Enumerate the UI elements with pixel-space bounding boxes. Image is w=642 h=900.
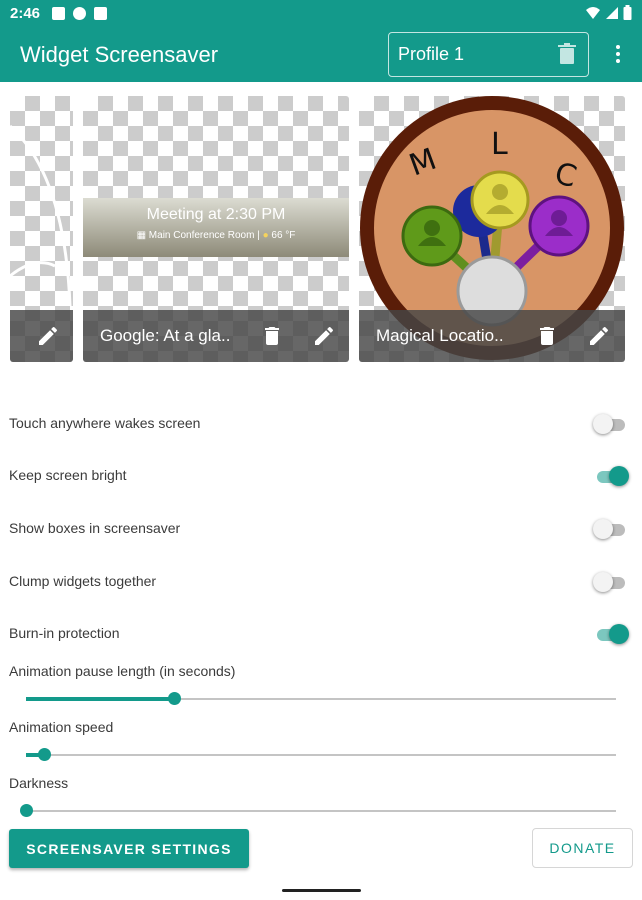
- card-footer: [10, 310, 73, 362]
- widget-card-mlc[interactable]: M L C Magical Locatio..: [359, 96, 625, 362]
- widget-card-partial[interactable]: [10, 96, 73, 362]
- signal-icon: [606, 6, 618, 19]
- slider-thumb[interactable]: [20, 804, 33, 817]
- screensaver-settings-button[interactable]: SCREENSAVER SETTINGS: [9, 829, 249, 868]
- headset-icon: [73, 7, 86, 20]
- weather-icon: ●: [262, 230, 269, 241]
- toggle-label: Show boxes in screensaver: [9, 520, 181, 536]
- sd-card-icon: [94, 7, 107, 20]
- burn-in-switch[interactable]: [593, 623, 629, 645]
- overflow-menu-icon[interactable]: [612, 43, 624, 67]
- widget-card-google[interactable]: Meeting at 2:30 PM ▦ Main Conference Roo…: [83, 96, 349, 362]
- mlc-letter-l: L: [491, 127, 508, 162]
- toggle-label: Touch anywhere wakes screen: [9, 415, 201, 431]
- meeting-details: ▦ Main Conference Room | ● 66 °F: [136, 230, 296, 241]
- toggle-label: Clump widgets together: [9, 573, 157, 589]
- pause-length-slider[interactable]: [26, 692, 616, 706]
- slider-thumb[interactable]: [38, 748, 51, 761]
- edit-icon[interactable]: [36, 324, 60, 348]
- meeting-widget-preview: Meeting at 2:30 PM ▦ Main Conference Roo…: [83, 198, 349, 257]
- keep-bright-switch[interactable]: [593, 465, 629, 487]
- toggle-label: Keep screen bright: [9, 467, 127, 483]
- wifi-icon: [586, 6, 600, 19]
- slider-label-speed: Animation speed: [9, 719, 114, 735]
- widget-name: Magical Locatio..: [376, 326, 504, 345]
- delete-profile-icon[interactable]: [558, 43, 576, 65]
- status-bar: 2:46: [0, 0, 642, 28]
- gmail-icon: [52, 7, 65, 20]
- status-notification-icons: [52, 7, 107, 20]
- meeting-temp: 66 °F: [271, 230, 296, 241]
- status-system-icons: [585, 5, 632, 20]
- toggle-row-show-boxes[interactable]: Show boxes in screensaver: [9, 517, 629, 541]
- card-footer: Magical Locatio..: [359, 310, 625, 362]
- card-footer: Google: At a gla..: [83, 310, 349, 362]
- partial-widget-art: [10, 124, 72, 307]
- profile-selector[interactable]: Profile 1: [388, 32, 589, 77]
- touch-wakes-switch[interactable]: [593, 413, 629, 435]
- meeting-title: Meeting at 2:30 PM: [146, 206, 286, 223]
- slider-thumb[interactable]: [168, 692, 181, 705]
- darkness-slider[interactable]: [20, 804, 616, 818]
- widget-name: Google: At a gla..: [100, 326, 231, 345]
- meeting-place: Main Conference Room: [148, 230, 255, 241]
- clump-switch[interactable]: [593, 571, 629, 593]
- show-boxes-switch[interactable]: [593, 518, 629, 540]
- delete-icon[interactable]: [535, 324, 559, 348]
- slider-label-darkness: Darkness: [9, 775, 69, 791]
- calendar-icon: ▦: [136, 230, 147, 241]
- toggle-row-touch-wakes[interactable]: Touch anywhere wakes screen: [9, 412, 629, 436]
- profile-label: Profile 1: [398, 44, 465, 64]
- toggle-row-keep-bright[interactable]: Keep screen bright: [9, 464, 629, 488]
- toggle-row-clump[interactable]: Clump widgets together: [9, 570, 629, 594]
- edit-icon[interactable]: [312, 324, 336, 348]
- slider-label-pause: Animation pause length (in seconds): [9, 663, 236, 679]
- delete-icon[interactable]: [260, 324, 284, 348]
- toggle-label: Burn-in protection: [9, 625, 120, 641]
- battery-icon: [623, 5, 632, 20]
- home-indicator[interactable]: [282, 889, 361, 892]
- app-title: Widget Screensaver: [20, 42, 219, 67]
- app-bar: Widget Screensaver Profile 1: [0, 28, 642, 82]
- status-time: 2:46: [10, 5, 41, 22]
- donate-button[interactable]: DONATE: [532, 828, 633, 868]
- edit-icon[interactable]: [587, 324, 611, 348]
- toggle-row-burn-in[interactable]: Burn-in protection: [9, 622, 629, 646]
- speed-slider[interactable]: [26, 748, 616, 762]
